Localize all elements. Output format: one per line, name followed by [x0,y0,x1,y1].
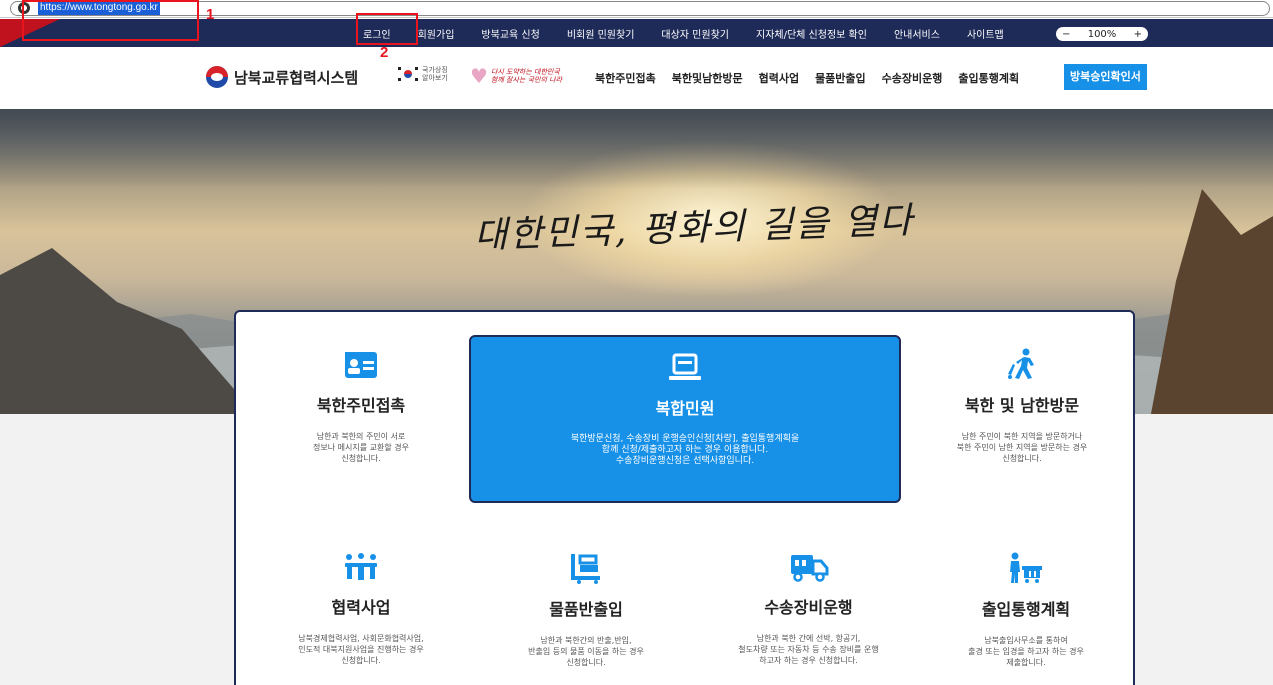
cart-icon [571,554,600,584]
zoom-out-button[interactable]: − [1062,29,1070,40]
nav-goods[interactable]: 물품반출입 [815,70,866,86]
service-desc: 북한방문신청, 수송장비 운행승인신청[차량], 출입통행계획을 함께 신청/제… [570,434,800,466]
site-logo[interactable]: 남북교류협력시스템 [206,66,358,88]
service-title: 북한주민접촉 [316,396,406,415]
person-cart-icon [1010,552,1042,583]
service-title: 복합민원 [655,399,715,418]
nav-visit[interactable]: 북한및남한방문 [672,70,743,86]
service-desc: 남북출입사무소를 통하여 출경 또는 입경을 하고자 하는 경우 제출합니다. [968,636,1084,667]
walking-person-icon [1008,348,1034,379]
id-card-icon [345,352,377,378]
zoom-in-button[interactable]: + [1134,29,1142,40]
logo-text: 남북교류협력시스템 [234,68,359,87]
service-passage-plan[interactable]: 출입통행계획 남북출입사무소를 통하여 출경 또는 입경을 하고자 하는 경우 … [926,552,1126,668]
service-visit[interactable]: 북한 및 남한방문 남한 주민이 북한 지역을 방문하거나 북한 주민이 남한 … [912,348,1132,464]
sitemap-link[interactable]: 사이트맵 [967,26,1004,41]
nav-transport[interactable]: 수송장비운행 [882,70,943,86]
signup-link[interactable]: 회원가입 [418,26,455,41]
service-title: 물품반출입 [549,600,623,619]
people-group-icon [345,553,377,580]
taegukgi-icon [397,66,419,82]
service-desc: 남북경제협력사업, 사회문화협력사업, 인도적 대북지원사업을 진행하는 경우 … [298,634,424,665]
nav-cooperation[interactable]: 협력사업 [759,70,799,86]
visit-education-link[interactable]: 방북교육 신청 [481,26,539,41]
service-desc: 남한 주민이 북한 지역을 방문하거나 북한 주민이 남한 지역을 방문하는 경… [956,432,1088,463]
service-title: 출입통행계획 [981,600,1071,619]
badge1-line1: 국가상징 [422,66,448,74]
badge1-line2: 알아보기 [422,74,448,82]
service-title: 수송장비운행 [764,598,853,617]
guide-service-link[interactable]: 안내서비스 [894,26,940,41]
annotation-box-1 [22,0,199,41]
badge2-line1: 다시 도약하는 대한민국 [490,68,560,76]
nav-passage-plan[interactable]: 출입통행계획 [958,70,1019,86]
logo-emblem-icon [206,66,228,88]
service-title: 북한 및 남한방문 [964,396,1080,415]
annotation-number-1: 1 [206,6,215,23]
service-desc: 남한과 북한 간에 선박, 항공기, 철도차량 또는 자동차 등 수송 장비를 … [738,634,879,665]
annotation-box-2 [356,13,418,45]
nonmember-search-link[interactable]: 비회원 민원찾기 [567,26,635,41]
truck-icon [790,555,828,582]
service-panel: 북한주민접촉 남한과 북한의 주민이 서로 정보나 메시지를 교환할 경우 신청… [234,310,1135,685]
service-transport[interactable]: 수송장비운행 남한과 북한 간에 선박, 항공기, 철도차량 또는 자동차 등 … [701,552,916,666]
government-slogan-badge: ♥ 다시 도약하는 대한민국 함께 잘사는 국민의 나라 [470,64,562,88]
service-goods[interactable]: 물품반출입 남한과 북한간의 반출,반입, 반출입 등의 물품 이동을 하는 경… [481,552,691,668]
main-nav: 북한주민접촉 북한및남한방문 협력사업 물품반출입 수송장비운행 출입통행계획 [595,70,1035,86]
annotation-number-2: 2 [380,44,389,61]
service-desc: 남한과 북한의 주민이 서로 정보나 메시지를 교환할 경우 신청합니다. [313,432,409,463]
org-info-link[interactable]: 지자체/단체 신청정보 확인 [756,26,867,41]
url-field[interactable] [10,1,1270,16]
national-symbol-link[interactable]: 국가상징 알아보기 [397,66,448,82]
approval-certificate-button[interactable]: 방북승인확인서 [1064,64,1147,90]
heart-icon: ♥ [470,64,488,88]
service-title: 협력사업 [331,598,391,617]
service-cooperation[interactable]: 협력사업 남북경제협력사업, 사회문화협력사업, 인도적 대북지원사업을 진행하… [256,552,466,666]
subject-search-link[interactable]: 대상자 민원찾기 [661,26,729,41]
service-combined[interactable]: 복합민원 북한방문신청, 수송장비 운행승인신청[차량], 출입통행계획을 함께… [469,335,901,503]
utility-menu: 로그인 회원가입 방북교육 신청 비회원 민원찾기 대상자 민원찾기 지자체/단… [363,19,1031,47]
zoom-control: − 100% + [1056,27,1148,41]
badge2-line2: 함께 잘사는 국민의 나라 [490,76,563,84]
service-desc: 남한과 북한간의 반출,반입, 반출입 등의 물품 이동을 하는 경우 신청합니… [528,636,644,667]
service-north-contact[interactable]: 북한주민접촉 남한과 북한의 주민이 서로 정보나 메시지를 교환할 경우 신청… [256,348,466,464]
nav-north-contact[interactable]: 북한주민접촉 [595,70,656,86]
laptop-icon [669,353,701,380]
zoom-level: 100% [1087,28,1117,40]
